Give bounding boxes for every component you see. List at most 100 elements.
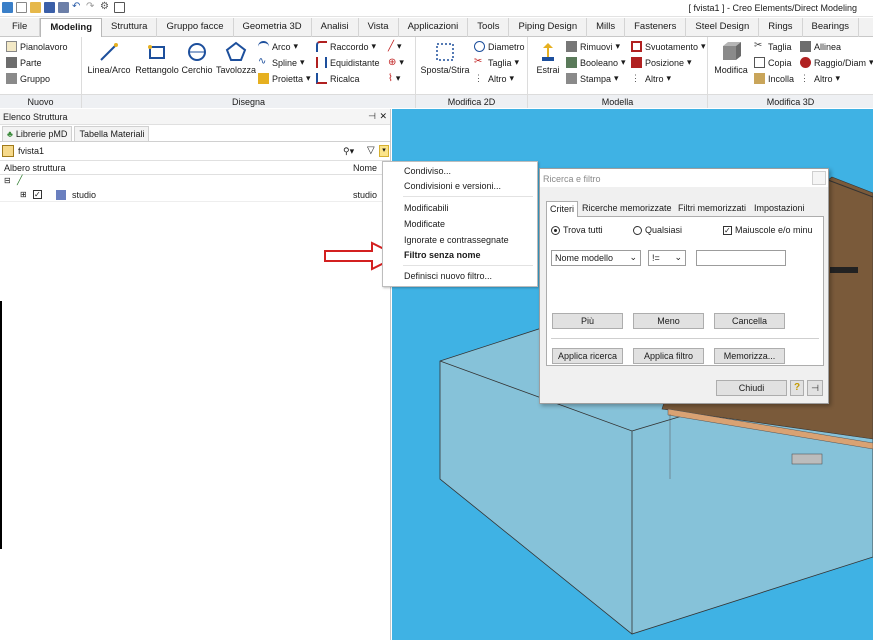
incolla-button[interactable]: Incolla [754,73,794,84]
menu-item-modificate[interactable]: Modificate [404,219,445,229]
tab-librerie-pmd[interactable]: ♣ Librerie pMD [2,125,73,141]
tab-geometria-3d[interactable]: Geometria 3D [234,18,312,37]
structure-icon[interactable] [2,145,14,157]
tab-piping-design[interactable]: Piping Design [509,18,588,37]
stampa-button[interactable]: Stampa ▾ [566,73,619,84]
tab-tools[interactable]: Tools [468,18,510,37]
tab-modeling[interactable]: Modeling [40,18,103,37]
undo-icon[interactable]: ↶ [72,2,83,13]
col-nome[interactable]: Nome [353,163,377,173]
tab-criteri[interactable]: Criteri [546,201,578,218]
field-select[interactable]: Nome modello ⌄ [551,250,641,266]
sposta-stira-button[interactable]: Sposta/Stira [418,41,472,75]
visibility-checkbox[interactable]: ✓ [33,190,42,199]
menu-item-condiviso[interactable]: Condiviso... [404,166,451,176]
tab-struttura[interactable]: Struttura [102,18,158,37]
new-file-icon[interactable] [16,2,27,13]
altro-modella-button[interactable]: ⋮ Altro ▾ [631,73,671,84]
col-albero-struttura[interactable]: Albero struttura [4,163,66,173]
tab-rings[interactable]: Rings [759,18,803,37]
tab-gruppo-facce[interactable]: Gruppo facce [157,18,234,37]
redo-icon[interactable]: ↷ [86,2,97,13]
collapse-icon[interactable]: ⊟ [4,176,11,185]
altro-2d-button[interactable]: ⋮ Altro ▾ [474,73,514,84]
memorizza-button[interactable]: Memorizza... [714,348,785,364]
rettangolo-button[interactable]: Rettangolo [134,41,180,75]
app-icon[interactable] [2,2,13,13]
checkbox-maiuscole[interactable]: ✓ Maiuscole e/o minu [723,225,813,235]
menu-item-ignorate[interactable]: Ignorate e contrassegnate [404,235,509,245]
help-icon[interactable]: ? [790,380,804,396]
radio-trova-tutti[interactable]: Trova tutti [551,225,603,235]
equidistante-button[interactable]: Equidistante [316,57,380,68]
raccordo-button[interactable]: Raccordo ▾ [316,41,376,52]
rimuovi-button[interactable]: Rimuovi ▾ [566,41,620,52]
tab-file[interactable]: File [0,18,41,37]
save-icon[interactable] [44,2,55,13]
menu-item-filtro-senza-nome[interactable]: Filtro senza nome [404,250,481,260]
ricalca-button[interactable]: Ricalca [316,73,360,84]
altro-3d-button[interactable]: ⋮ Altro ▾ [800,73,840,84]
tab-analisi[interactable]: Analisi [312,18,359,37]
applica-ricerca-button[interactable]: Applica ricerca [552,348,623,364]
operator-select[interactable]: != ⌄ [648,250,686,266]
tree-row[interactable]: ⊞ ✓ studio studio [0,188,390,202]
copia-button[interactable]: Copia [754,57,792,68]
estrai-button[interactable]: Estrai [532,41,564,75]
raggio-diam-button[interactable]: Raggio/Diam ▾ [800,57,873,68]
parte-button[interactable]: Parte [6,57,42,68]
pin-dialog-icon[interactable]: ⊣ [807,380,823,396]
tab-impostazioni[interactable]: Impostazioni [751,201,808,215]
posizione-button[interactable]: Posizione ▾ [631,57,692,68]
tab-vista[interactable]: Vista [359,18,399,37]
meno-button[interactable]: Meno [633,313,704,329]
applica-filtro-button[interactable]: Applica filtro [633,348,704,364]
tab-bearings[interactable]: Bearings [803,18,860,37]
expand-icon[interactable]: ⊞ [20,190,27,199]
save-as-icon[interactable] [58,2,69,13]
tab-ricerche-memorizzate[interactable]: Ricerche memorizzate [579,201,675,215]
open-folder-icon[interactable] [30,2,41,13]
modifica-button[interactable]: Modifica [712,41,750,75]
gruppo-button[interactable]: Gruppo [6,73,50,84]
line-tool-dropdown[interactable]: ╱ ▾ [388,41,402,52]
pianolavoro-button[interactable]: Pianolavoro [6,41,68,52]
spline-button[interactable]: ∿ Spline ▾ [258,57,305,68]
filter-icon[interactable]: ▽ [367,145,375,156]
tab-fasteners[interactable]: Fasteners [625,18,687,37]
cerchio-button[interactable]: Cerchio [180,41,214,75]
booleano-button[interactable]: Booleano ▾ [566,57,626,68]
sketch-tool-dropdown[interactable]: ⌇ ▾ [388,73,400,84]
piu-button[interactable]: Più [552,313,623,329]
menu-item-condivisioni-versioni[interactable]: Condivisioni e versioni... [404,181,501,191]
menu-item-definisci-nuovo-filtro[interactable]: Definisci nuovo filtro... [404,271,492,281]
close-icon[interactable]: ✕ [379,111,387,122]
tavolozza-button[interactable]: Tavolozza [215,41,257,75]
tab-steel-design[interactable]: Steel Design [686,18,760,37]
taglia-3d-button[interactable]: ✂ Taglia [754,41,792,52]
arco-button[interactable]: Arco ▾ [258,41,298,52]
linea-arco-button[interactable]: Linea/Arco [86,41,132,75]
tree-root-row[interactable]: ⊟ ╱ [0,175,390,188]
proietta-button[interactable]: Proietta ▾ [258,73,311,84]
point-tool-dropdown[interactable]: ⊕ ▾ [388,57,404,68]
tab-mills[interactable]: Mills [587,18,626,37]
value-input[interactable] [696,250,786,266]
chiudi-button[interactable]: Chiudi [716,380,787,396]
menu-item-modificabili[interactable]: Modificabili [404,203,449,213]
allinea-button[interactable]: Allinea [800,41,841,52]
svuotamento-button[interactable]: Svuotamento ▾ [631,41,706,52]
filter-dropdown-button[interactable]: ▾ [379,145,389,157]
radio-qualsiasi[interactable]: Qualsiasi [633,225,682,235]
tab-filtri-memorizzati[interactable]: Filtri memorizzati [675,201,749,215]
diametro-button[interactable]: Diametro [474,41,525,52]
dialog-close-button[interactable] [812,171,826,185]
cancella-button[interactable]: Cancella [714,313,785,329]
tab-applicazioni[interactable]: Applicazioni [399,18,469,37]
settings-icon[interactable]: ⚙ [100,2,111,13]
tab-tabella-materiali[interactable]: Tabella Materiali [74,125,150,141]
pin-icon[interactable]: ⊣ [368,111,376,122]
taglia-2d-button[interactable]: ✂ Taglia ▾ [474,57,519,68]
window-icon[interactable] [114,2,125,13]
search-binoculars-icon[interactable]: ⚲▾ [343,146,354,157]
